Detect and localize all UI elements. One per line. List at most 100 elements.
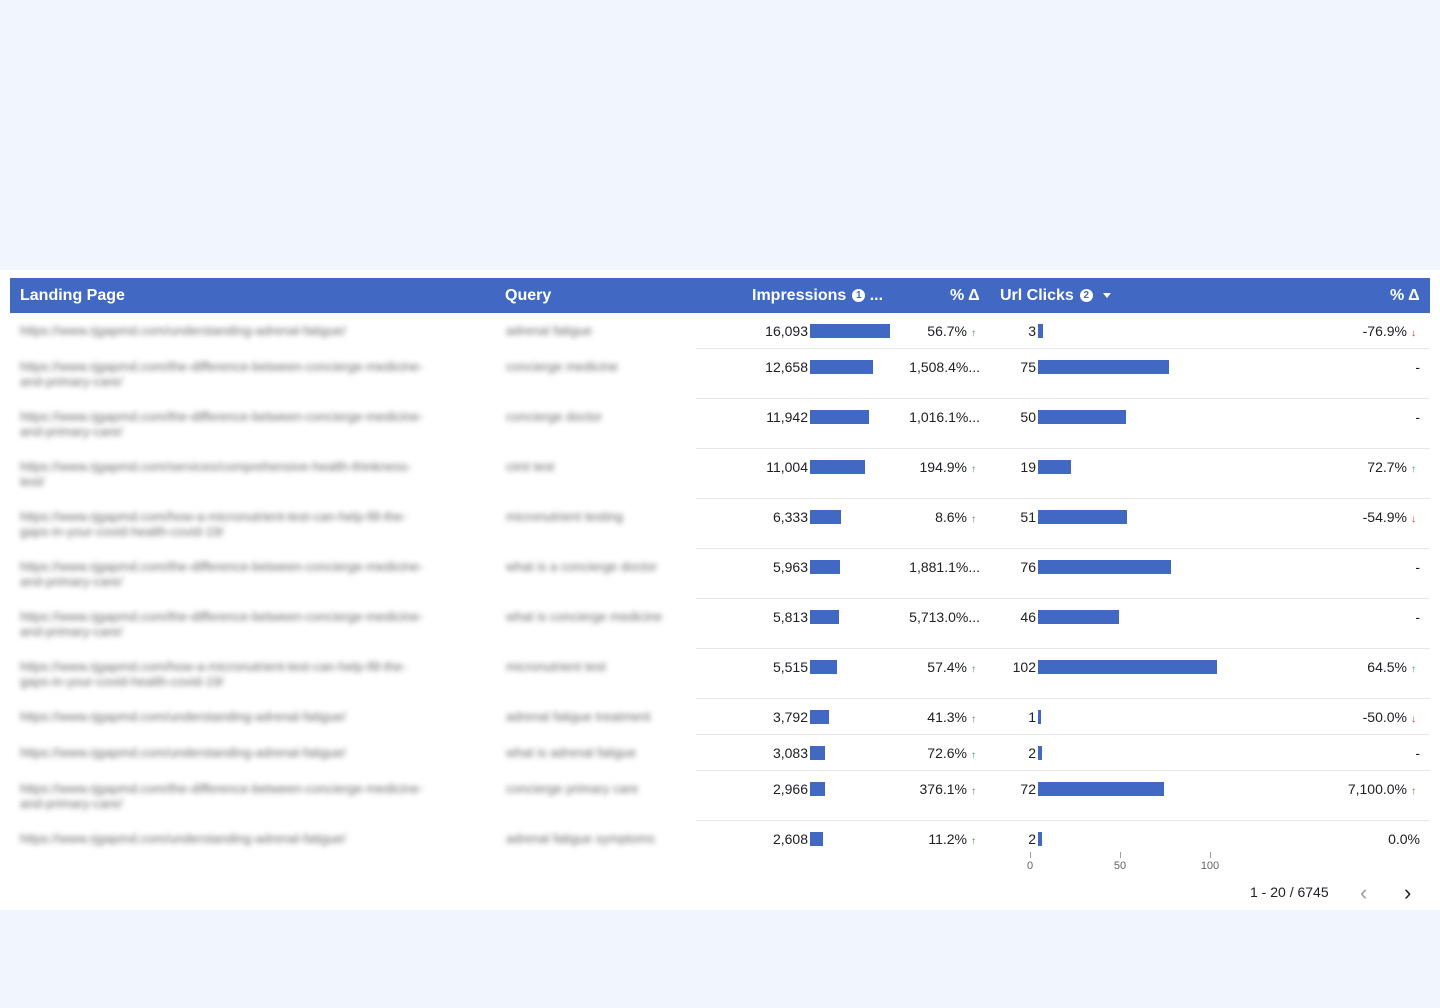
table-row[interactable]: https://www.rjgapmd.com/the-difference-b… (0, 771, 1440, 821)
landing-page-cell[interactable]: https://www.rjgapmd.com/understanding-ad… (20, 323, 346, 338)
url-clicks-bar (1038, 746, 1042, 760)
pagination-label: 1 - 20 / 6745 (1250, 884, 1329, 900)
impressions-pct-delta: 11.2% ↑ (928, 831, 976, 847)
landing-page-cell[interactable]: https://www.rjgapmd.com/services/compreh… (20, 459, 412, 489)
trend-up-icon: ↑ (1411, 664, 1416, 675)
landing-page-cell[interactable]: https://www.rjgapmd.com/understanding-ad… (20, 709, 346, 724)
impressions-bar (810, 460, 865, 474)
table-row[interactable]: https://www.rjgapmd.com/the-difference-b… (0, 549, 1440, 599)
query-cell[interactable]: concierge primary care (506, 781, 638, 796)
table-row[interactable]: https://www.rjgapmd.com/understanding-ad… (0, 699, 1440, 735)
url-clicks-bar (1038, 460, 1072, 474)
header-clicks-pct-delta[interactable]: % Δ (1390, 278, 1420, 313)
axis-tick-label: 100 (1200, 860, 1220, 872)
table-row[interactable]: https://www.rjgapmd.com/the-difference-b… (0, 399, 1440, 449)
url-clicks-value: 76 (1020, 559, 1036, 575)
landing-page-cell[interactable]: https://www.rjgapmd.com/understanding-ad… (20, 745, 346, 760)
query-cell[interactable]: what is concierge medicine (506, 609, 662, 624)
clicks-pct-delta: -54.9% ↓ (1362, 509, 1416, 525)
table-row[interactable]: https://www.rjgapmd.com/the-difference-b… (0, 349, 1440, 399)
impressions-value: 3,792 (772, 709, 808, 725)
axis-tick-label: 0 (1026, 860, 1034, 872)
truncation-ellipsis: ... (869, 287, 884, 304)
landing-page-cell[interactable]: https://www.rjgapmd.com/the-difference-b… (20, 609, 423, 639)
header-query[interactable]: Query (505, 278, 551, 313)
impressions-pct-delta: 1,508.4%... (909, 359, 980, 375)
table-row[interactable]: https://www.rjgapmd.com/understanding-ad… (0, 821, 1440, 857)
query-cell[interactable]: adrenal fatigue treatment (506, 709, 651, 724)
url-clicks-value: 51 (1020, 509, 1036, 525)
header-url-clicks[interactable]: Url Clicks 2 (1000, 278, 1111, 313)
url-clicks-value: 2 (1028, 745, 1036, 761)
impressions-bar (810, 746, 826, 760)
trend-down-icon: ↓ (1411, 328, 1416, 339)
impressions-value: 3,083 (772, 745, 808, 761)
trend-up-icon: ↑ (971, 464, 976, 475)
sort-desc-icon[interactable] (1102, 293, 1111, 299)
impressions-bar (810, 660, 838, 674)
query-cell[interactable]: micronutrient test (506, 659, 606, 674)
url-clicks-value: 46 (1020, 609, 1036, 625)
impressions-bar (810, 710, 829, 724)
landing-page-cell[interactable]: https://www.rjgapmd.com/the-difference-b… (20, 559, 423, 589)
url-clicks-bar (1038, 510, 1128, 524)
impressions-bar (810, 360, 873, 374)
impressions-value: 16,093 (765, 323, 808, 339)
query-cell[interactable]: what is adrenal fatigue (506, 745, 636, 760)
impressions-pct-delta: 5,713.0%... (909, 609, 980, 625)
landing-page-cell[interactable]: https://www.rjgapmd.com/the-difference-b… (20, 409, 423, 439)
header-impressions-pct-delta[interactable]: % Δ (950, 278, 980, 313)
query-cell[interactable]: adrenal fatigue symptoms (506, 831, 655, 846)
url-clicks-value: 19 (1020, 459, 1036, 475)
header-landing-page[interactable]: Landing Page (20, 278, 125, 313)
info-icon[interactable]: 1 (852, 289, 866, 303)
table-row[interactable]: https://www.rjgapmd.com/how-a-micronutri… (0, 649, 1440, 699)
clicks-pct-delta: - (1415, 409, 1420, 425)
query-cell[interactable]: what is a concierge doctor (506, 559, 657, 574)
header-impressions[interactable]: Impressions 1 ... (752, 278, 883, 313)
url-clicks-bar (1038, 360, 1170, 374)
landing-page-cell[interactable]: https://www.rjgapmd.com/the-difference-b… (20, 359, 423, 389)
trend-up-icon: ↑ (971, 786, 976, 797)
impressions-bar (810, 832, 823, 846)
trend-up-icon: ↑ (971, 714, 976, 725)
table-row[interactable]: https://www.rjgapmd.com/understanding-ad… (0, 313, 1440, 349)
impressions-bar (810, 782, 825, 796)
table-card: Landing Page Query Impressions 1 ... % Δ … (0, 270, 1440, 910)
url-clicks-bar (1038, 560, 1171, 574)
axis-tick (1030, 852, 1031, 858)
header-impressions-label: Impressions (752, 287, 847, 304)
landing-page-cell[interactable]: https://www.rjgapmd.com/the-difference-b… (20, 781, 423, 811)
next-page-button[interactable]: › (1404, 882, 1411, 904)
query-cell[interactable]: cimt test (506, 459, 554, 474)
trend-down-icon: ↓ (1411, 514, 1416, 525)
query-cell[interactable]: adrenal fatigue (506, 323, 592, 338)
clicks-pct-delta: 0.0% (1388, 831, 1420, 847)
table-header: Landing Page Query Impressions 1 ... % Δ … (10, 278, 1430, 313)
trend-up-icon: ↑ (971, 664, 976, 675)
clicks-pct-delta: -76.9% ↓ (1362, 323, 1416, 339)
clicks-pct-delta: - (1415, 745, 1420, 761)
table-row[interactable]: https://www.rjgapmd.com/how-a-micronutri… (0, 499, 1440, 549)
query-cell[interactable]: micronutrient testing (506, 509, 623, 524)
query-cell[interactable]: concierge medicine (506, 359, 618, 374)
impressions-pct-delta: 41.3% ↑ (927, 709, 976, 725)
table-row[interactable]: https://www.rjgapmd.com/services/compreh… (0, 449, 1440, 499)
impressions-value: 6,333 (772, 509, 808, 525)
clicks-pct-delta: -50.0% ↓ (1362, 709, 1416, 725)
axis-tick-label: 50 (1113, 860, 1127, 872)
url-clicks-bar (1038, 832, 1042, 846)
landing-page-cell[interactable]: https://www.rjgapmd.com/understanding-ad… (20, 831, 346, 846)
impressions-value: 11,942 (766, 409, 808, 425)
trend-up-icon: ↑ (1411, 464, 1416, 475)
url-clicks-value: 50 (1020, 409, 1036, 425)
table-row[interactable]: https://www.rjgapmd.com/the-difference-b… (0, 599, 1440, 649)
table-row[interactable]: https://www.rjgapmd.com/understanding-ad… (0, 735, 1440, 771)
impressions-pct-delta: 1,881.1%... (909, 559, 980, 575)
landing-page-cell[interactable]: https://www.rjgapmd.com/how-a-micronutri… (20, 659, 407, 689)
query-cell[interactable]: concierge doctor (506, 409, 602, 424)
prev-page-button[interactable]: ‹ (1360, 882, 1367, 904)
info-icon[interactable]: 2 (1079, 289, 1093, 303)
landing-page-cell[interactable]: https://www.rjgapmd.com/how-a-micronutri… (20, 509, 407, 539)
trend-up-icon: ↑ (971, 836, 976, 847)
